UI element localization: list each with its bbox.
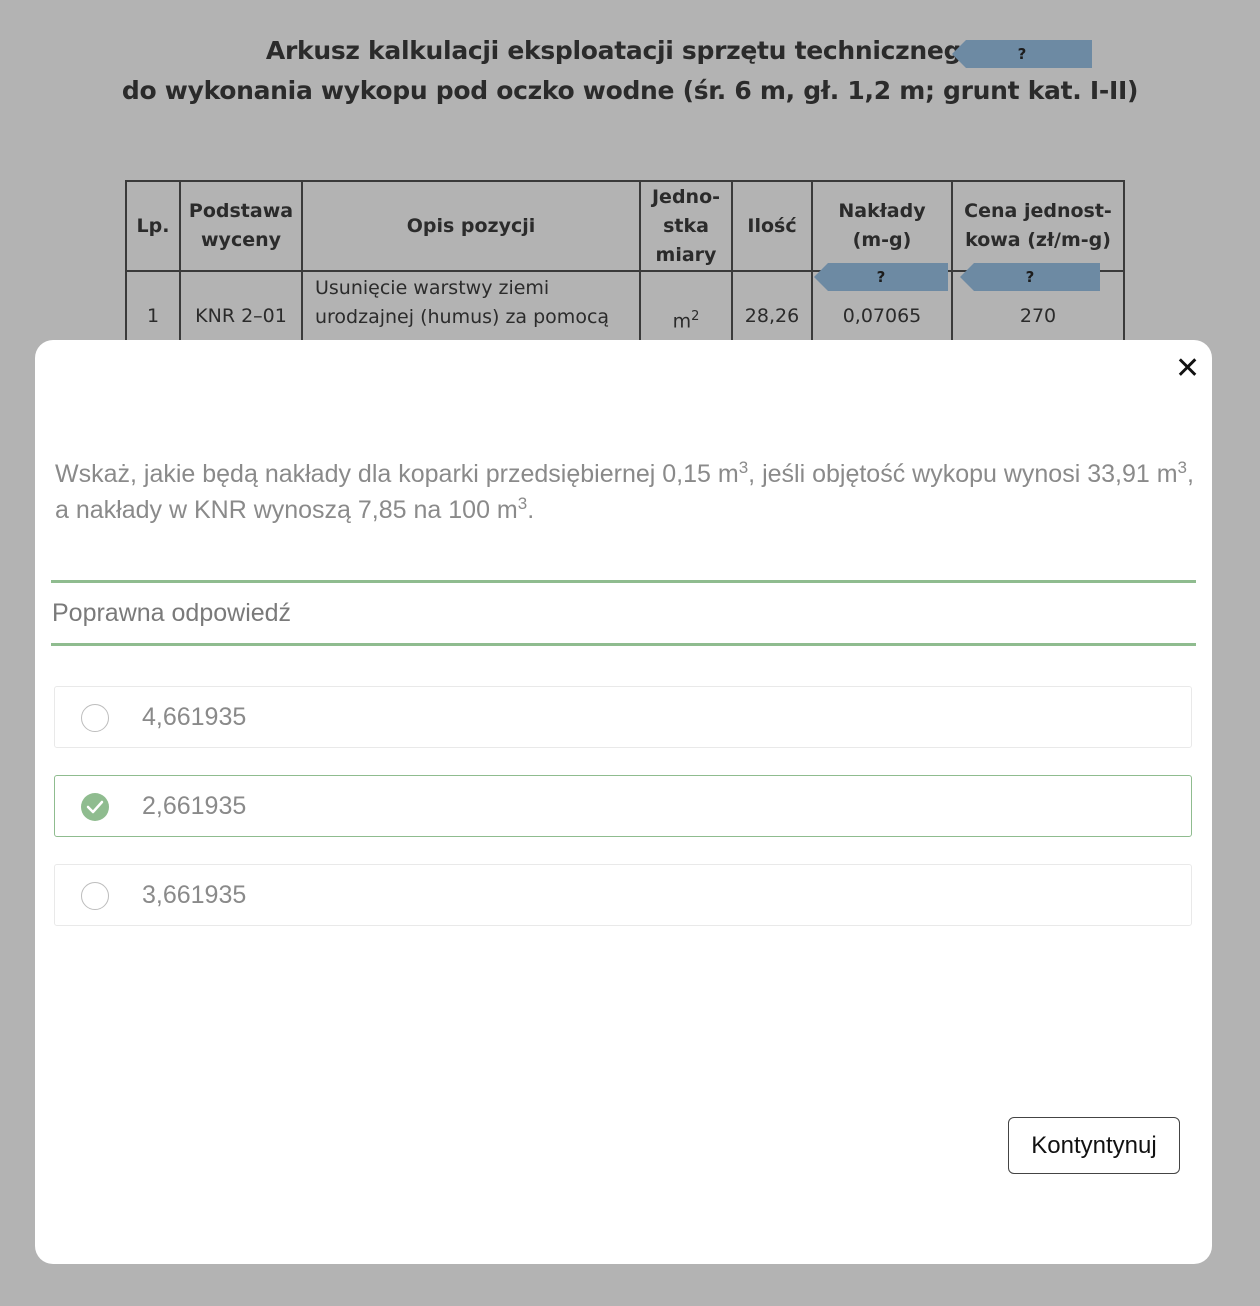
cell-unit-text: m <box>672 310 692 333</box>
col-header-price: Cena jednost-kowa (zł/m-g) <box>951 180 1125 272</box>
quiz-modal: ✕ Wskaż, jakie będą nakłady dla koparki … <box>35 340 1212 1264</box>
question-part: Wskaż, jakie będą nakłady dla koparki pr… <box>55 460 739 488</box>
question-tag: ? <box>952 40 1092 68</box>
option-label: 4,661935 <box>142 703 247 731</box>
radio-unchecked-icon[interactable] <box>81 704 109 732</box>
continue-button[interactable]: Kontyntynuj <box>1008 1117 1180 1174</box>
option-1[interactable]: 4,661935 <box>54 686 1192 748</box>
checkmark-circle-icon[interactable] <box>81 793 109 821</box>
col-header-effort: Nakłady (m-g) <box>811 180 953 272</box>
cell-desc-line2: urodzajnej (humus) za pomocą <box>315 306 610 328</box>
close-button[interactable]: ✕ <box>1175 354 1200 384</box>
question-text: Wskaż, jakie będą nakłady dla koparki pr… <box>55 456 1195 528</box>
col-header-unit: Jedno-stka miary <box>639 180 733 272</box>
question-sup: 3 <box>738 458 749 477</box>
question-sup: 3 <box>1177 458 1188 477</box>
sheet-title-line2: do wykonania wykopu pod oczko wodne (śr.… <box>121 76 1139 105</box>
option-label: 2,661935 <box>142 792 247 820</box>
price-tag: ? <box>960 263 1100 291</box>
option-2[interactable]: 2,661935 <box>54 775 1192 837</box>
col-header-qty: Ilość <box>731 180 813 272</box>
cell-desc-line1: Usunięcie warstwy ziemi <box>315 277 550 299</box>
answer-header-bar: Poprawna odpowiedź <box>51 580 1196 646</box>
question-sup: 3 <box>517 494 528 513</box>
col-header-basis: Podstawa wyceny <box>179 180 303 272</box>
option-label: 3,661935 <box>142 881 247 909</box>
option-3[interactable]: 3,661935 <box>54 864 1192 926</box>
answer-header: Poprawna odpowiedź <box>52 599 292 627</box>
table-header-row: Lp. Podstawa wyceny Opis pozycji Jedno-st… <box>125 180 1125 272</box>
cell-unit-sup: 2 <box>691 309 700 324</box>
col-header-lp: Lp. <box>125 180 181 272</box>
radio-unchecked-icon[interactable] <box>81 882 109 910</box>
col-header-desc: Opis pozycji <box>301 180 641 272</box>
effort-tag: ? <box>814 263 948 291</box>
question-part: . <box>527 496 535 524</box>
question-part: , jeśli objętość wykopu wynosi 33,91 m <box>748 460 1178 488</box>
